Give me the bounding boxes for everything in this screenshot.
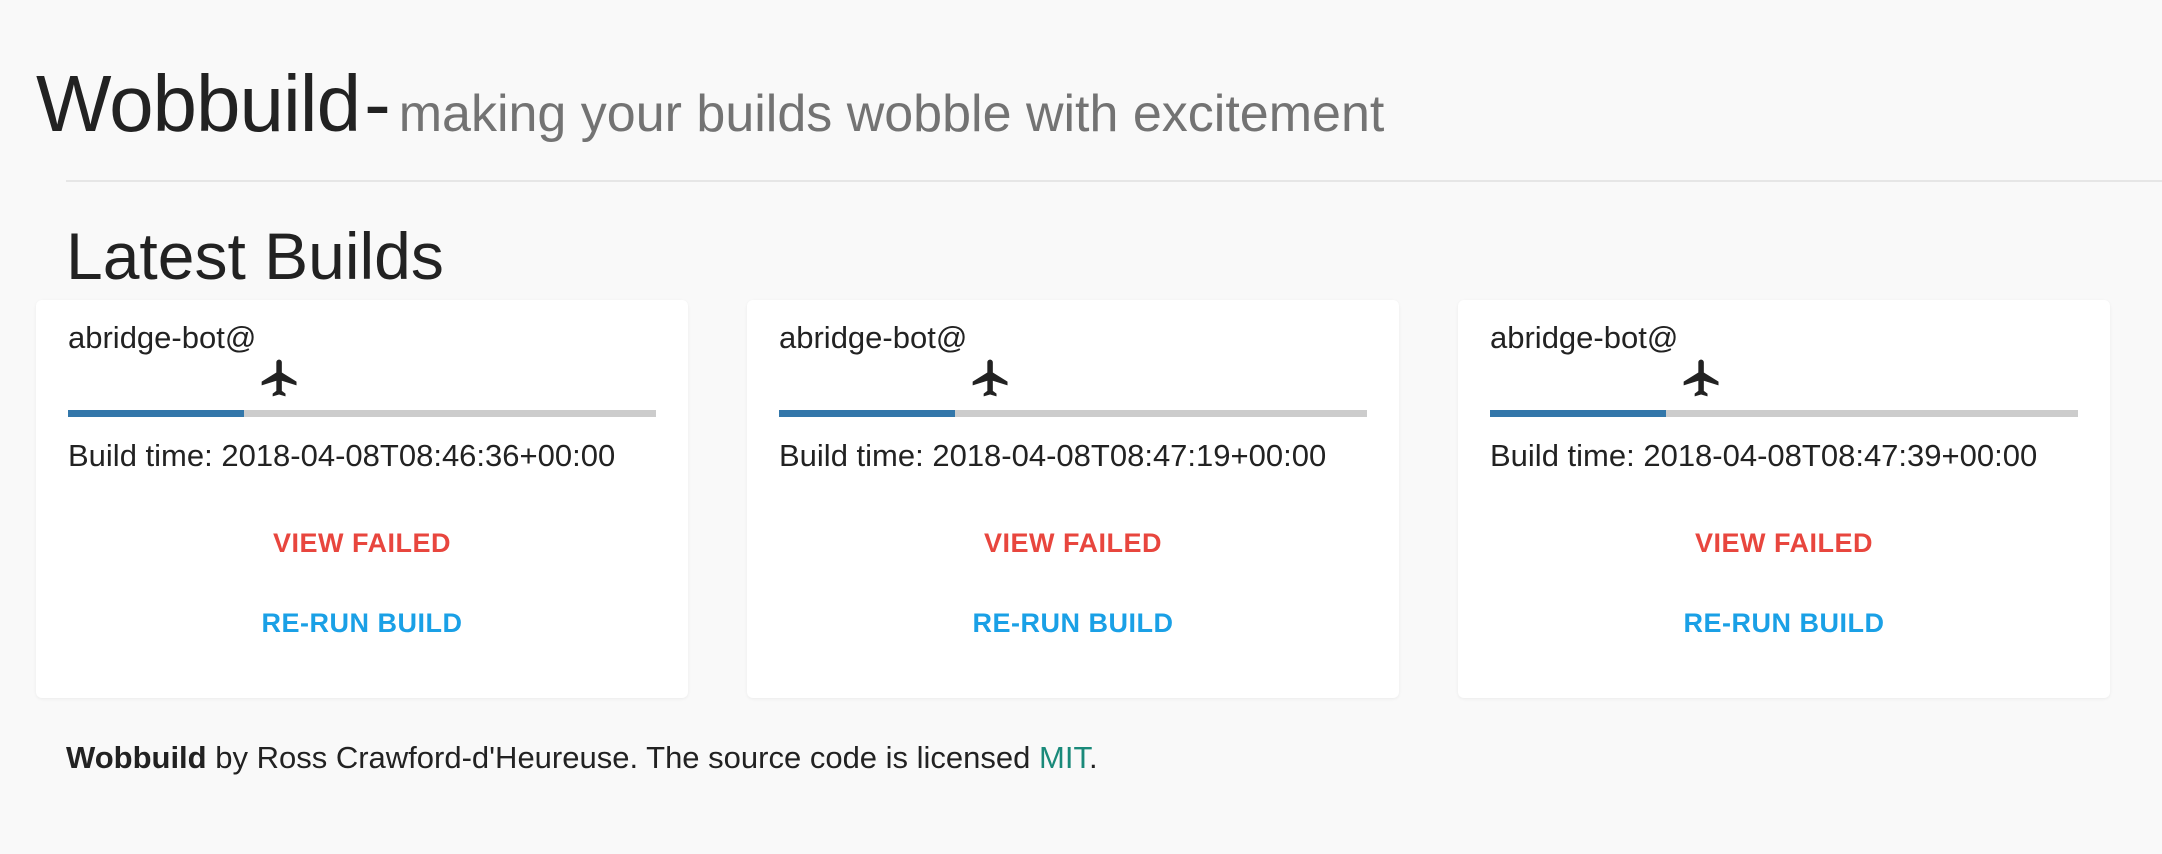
build-progress-bar: [779, 410, 1367, 417]
airplane-icon: [261, 359, 297, 397]
footer-brand: Wobbuild: [66, 740, 207, 775]
rerun-build-button[interactable]: RE-RUN BUILD: [1458, 608, 2110, 639]
rerun-build-button[interactable]: RE-RUN BUILD: [36, 608, 688, 639]
header-divider: [66, 180, 2162, 182]
view-failed-button[interactable]: VIEW FAILED: [36, 528, 688, 559]
page-footer: Wobbuild by Ross Crawford-d'Heureuse. Th…: [66, 740, 1098, 776]
rerun-build-button[interactable]: RE-RUN BUILD: [747, 608, 1399, 639]
build-user: abridge-bot@: [1490, 320, 1679, 355]
app-title: Wobbuild: [36, 59, 361, 148]
build-card: abridge-bot@ Build time: 2018-04-08T08:4…: [747, 300, 1399, 698]
build-user: abridge-bot@: [779, 320, 968, 355]
build-progress-fill: [779, 410, 956, 417]
page: Wobbuild-making your builds wobble with …: [0, 0, 2162, 854]
app-tagline: making your builds wobble with excitemen…: [398, 85, 1385, 143]
airplane-icon: [1683, 359, 1719, 397]
section-title: Latest Builds: [66, 219, 444, 293]
build-progress-fill: [1490, 410, 1667, 417]
license-link[interactable]: MIT: [1039, 740, 1089, 775]
airplane-icon: [972, 359, 1008, 397]
build-progress-fill: [68, 410, 245, 417]
title-separator: -: [364, 59, 391, 148]
view-failed-button[interactable]: VIEW FAILED: [1458, 528, 2110, 559]
build-progress-bar: [68, 410, 656, 417]
build-time: Build time: 2018-04-08T08:46:36+00:00: [68, 438, 616, 473]
build-card: abridge-bot@ Build time: 2018-04-08T08:4…: [36, 300, 688, 698]
footer-text: by Ross Crawford-d'Heureuse. The source …: [206, 740, 1040, 775]
footer-end: .: [1088, 740, 1098, 775]
build-card: abridge-bot@ Build time: 2018-04-08T08:4…: [1458, 300, 2110, 698]
build-time: Build time: 2018-04-08T08:47:39+00:00: [1490, 438, 2038, 473]
view-failed-button[interactable]: VIEW FAILED: [747, 528, 1399, 559]
build-time: Build time: 2018-04-08T08:47:19+00:00: [779, 438, 1327, 473]
build-cards: abridge-bot@ Build time: 2018-04-08T08:4…: [36, 300, 2126, 700]
build-progress-bar: [1490, 410, 2078, 417]
build-user: abridge-bot@: [68, 320, 257, 355]
page-header: Wobbuild-making your builds wobble with …: [36, 58, 1384, 150]
